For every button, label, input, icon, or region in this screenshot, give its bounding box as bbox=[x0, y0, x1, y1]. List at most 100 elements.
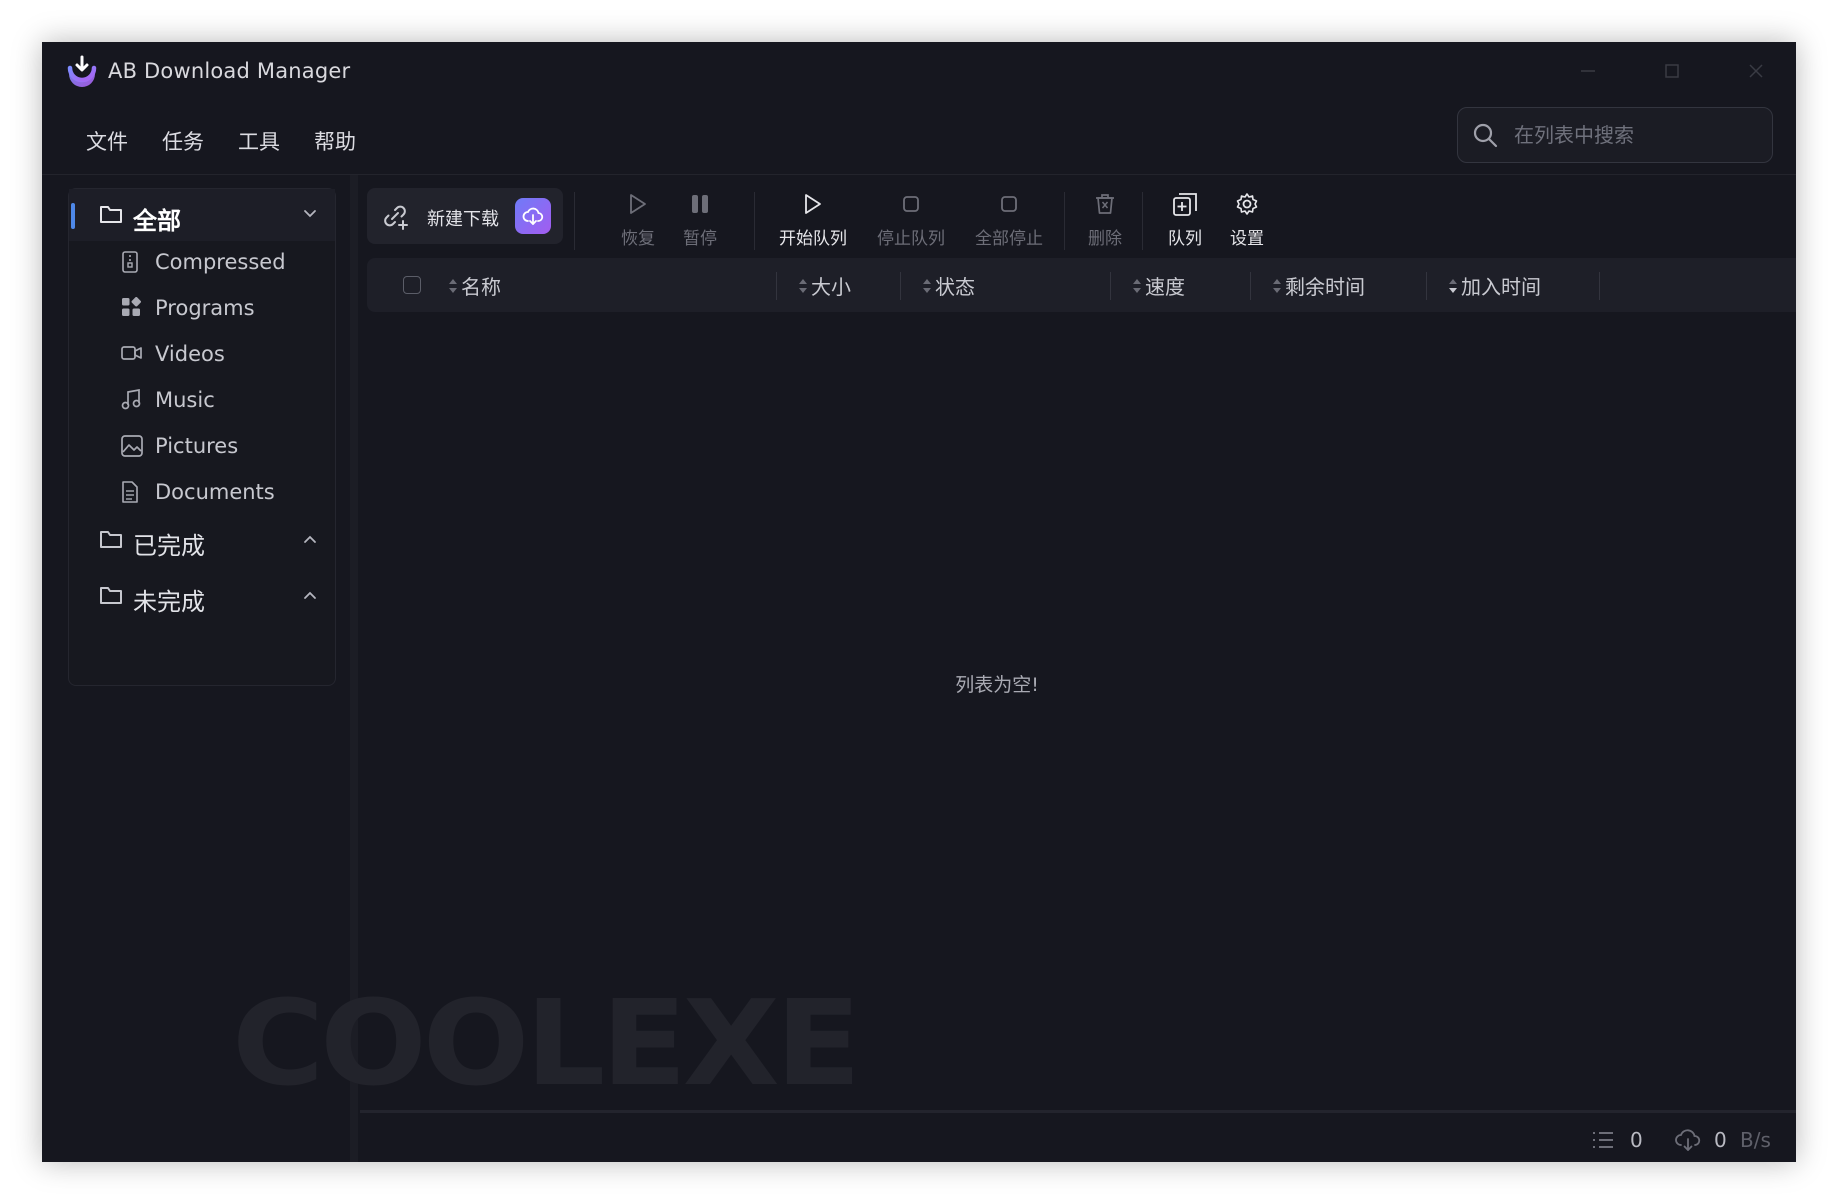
queue-button[interactable]: 队列 bbox=[1162, 190, 1208, 250]
category-label: Programs bbox=[155, 296, 255, 320]
column-time-left[interactable]: 剩余时间 bbox=[1271, 258, 1411, 312]
maximize-button[interactable] bbox=[1654, 56, 1690, 86]
status-divider bbox=[360, 1110, 1796, 1113]
stop-icon bbox=[1001, 196, 1017, 212]
toolbar-separator bbox=[1142, 192, 1143, 250]
active-downloads-indicator: 0 bbox=[1592, 1126, 1652, 1156]
category-completed[interactable]: 已完成 bbox=[69, 514, 335, 566]
app-logo-icon bbox=[67, 55, 97, 87]
list-icon bbox=[1593, 1132, 1613, 1148]
start-queue-button[interactable]: 开始队列 bbox=[776, 190, 850, 250]
active-indicator bbox=[71, 203, 75, 229]
close-icon bbox=[1749, 64, 1763, 78]
new-download-button[interactable]: 新建下载 bbox=[367, 188, 563, 244]
column-name[interactable]: 名称 bbox=[447, 258, 707, 312]
title-bar[interactable]: AB Download Manager bbox=[42, 42, 1796, 104]
sort-icon bbox=[1133, 279, 1141, 293]
resume-label: 恢复 bbox=[621, 229, 655, 249]
chevron-down-icon[interactable] bbox=[303, 207, 317, 221]
column-label: 大小 bbox=[811, 275, 851, 299]
toolbar-separator bbox=[754, 192, 755, 250]
category-label: Compressed bbox=[155, 250, 286, 274]
close-button[interactable] bbox=[1738, 56, 1774, 86]
column-label: 状态 bbox=[935, 275, 975, 299]
menu-help[interactable]: 帮助 bbox=[308, 120, 362, 160]
column-separator[interactable] bbox=[776, 272, 777, 300]
search-input[interactable] bbox=[1512, 116, 1762, 154]
category-label: 全部 bbox=[133, 207, 181, 235]
table-header: 名称 大小 状态 速度 剩余时间 加入时间 bbox=[367, 258, 1796, 312]
column-separator[interactable] bbox=[900, 272, 901, 300]
stop-queue-button[interactable]: 停止队列 bbox=[874, 190, 948, 250]
queue-icon bbox=[1173, 193, 1197, 216]
toolbar-separator bbox=[1064, 192, 1065, 250]
category-programs[interactable]: Programs bbox=[69, 285, 335, 331]
category-label: Documents bbox=[155, 480, 275, 504]
folder-icon bbox=[100, 531, 122, 548]
column-label: 加入时间 bbox=[1461, 275, 1541, 299]
column-size[interactable]: 大小 bbox=[797, 258, 897, 312]
menu-file[interactable]: 文件 bbox=[80, 120, 134, 160]
cloud-download-icon bbox=[522, 207, 544, 225]
chevron-up-icon[interactable] bbox=[303, 532, 317, 546]
category-sidebar: 全部 Compressed Programs Videos Music Pict… bbox=[68, 188, 336, 686]
window-title: AB Download Manager bbox=[108, 59, 351, 83]
settings-button[interactable]: 设置 bbox=[1224, 190, 1270, 250]
column-date-added[interactable]: 加入时间 bbox=[1447, 258, 1587, 312]
column-label: 剩余时间 bbox=[1285, 275, 1365, 299]
picture-icon bbox=[121, 435, 143, 457]
pause-button[interactable]: 暂停 bbox=[674, 190, 726, 250]
sort-icon bbox=[923, 279, 931, 293]
watermark-logo: COOLEXE bbox=[232, 984, 861, 1104]
queue-label: 队列 bbox=[1168, 229, 1202, 249]
chevron-up-icon[interactable] bbox=[303, 588, 317, 602]
stop-all-label: 全部停止 bbox=[975, 229, 1043, 249]
minimize-icon bbox=[1581, 70, 1595, 72]
column-separator[interactable] bbox=[1426, 272, 1427, 300]
resume-button[interactable]: 恢复 bbox=[612, 190, 664, 250]
pause-label: 暂停 bbox=[683, 229, 717, 249]
column-separator[interactable] bbox=[1599, 272, 1600, 300]
category-all[interactable]: 全部 bbox=[69, 189, 335, 241]
cloud-download-button[interactable] bbox=[515, 198, 551, 234]
category-label: Music bbox=[155, 388, 215, 412]
folder-icon bbox=[100, 587, 122, 604]
music-icon bbox=[121, 389, 141, 410]
video-icon bbox=[121, 346, 142, 360]
category-unfinished[interactable]: 未完成 bbox=[69, 570, 335, 622]
play-icon bbox=[630, 194, 646, 214]
category-label: Pictures bbox=[155, 434, 239, 458]
speed-value: 0 bbox=[1714, 1128, 1727, 1152]
folder-icon bbox=[100, 206, 122, 223]
select-all-checkbox[interactable] bbox=[403, 276, 421, 294]
sort-desc-icon bbox=[1449, 279, 1457, 293]
menu-tools[interactable]: 工具 bbox=[232, 120, 286, 160]
stop-all-button[interactable]: 全部停止 bbox=[972, 190, 1046, 250]
search-box[interactable] bbox=[1457, 107, 1773, 163]
category-compressed[interactable]: Compressed bbox=[69, 239, 335, 285]
column-status[interactable]: 状态 bbox=[921, 258, 1081, 312]
settings-label: 设置 bbox=[1230, 229, 1264, 249]
empty-list-message: 列表为空! bbox=[955, 674, 1039, 696]
column-separator[interactable] bbox=[1110, 272, 1111, 300]
category-label: Videos bbox=[155, 342, 225, 366]
sort-icon bbox=[1273, 279, 1281, 293]
delete-label: 删除 bbox=[1088, 229, 1122, 249]
category-documents[interactable]: Documents bbox=[69, 469, 335, 515]
pause-icon bbox=[692, 195, 708, 213]
column-separator[interactable] bbox=[1250, 272, 1251, 300]
apps-icon bbox=[122, 297, 141, 316]
category-label: 未完成 bbox=[133, 588, 205, 616]
minimize-button[interactable] bbox=[1570, 56, 1606, 86]
column-speed[interactable]: 速度 bbox=[1131, 258, 1241, 312]
menu-tasks[interactable]: 任务 bbox=[156, 120, 210, 160]
category-music[interactable]: Music bbox=[69, 377, 335, 423]
trash-icon bbox=[1096, 194, 1114, 214]
download-speed-indicator: 0 B/s bbox=[1674, 1126, 1784, 1156]
category-label: 已完成 bbox=[133, 532, 205, 560]
delete-button[interactable]: 删除 bbox=[1082, 190, 1128, 250]
add-link-icon bbox=[384, 205, 408, 230]
category-videos[interactable]: Videos bbox=[69, 331, 335, 377]
category-pictures[interactable]: Pictures bbox=[69, 423, 335, 469]
document-icon bbox=[122, 481, 138, 503]
